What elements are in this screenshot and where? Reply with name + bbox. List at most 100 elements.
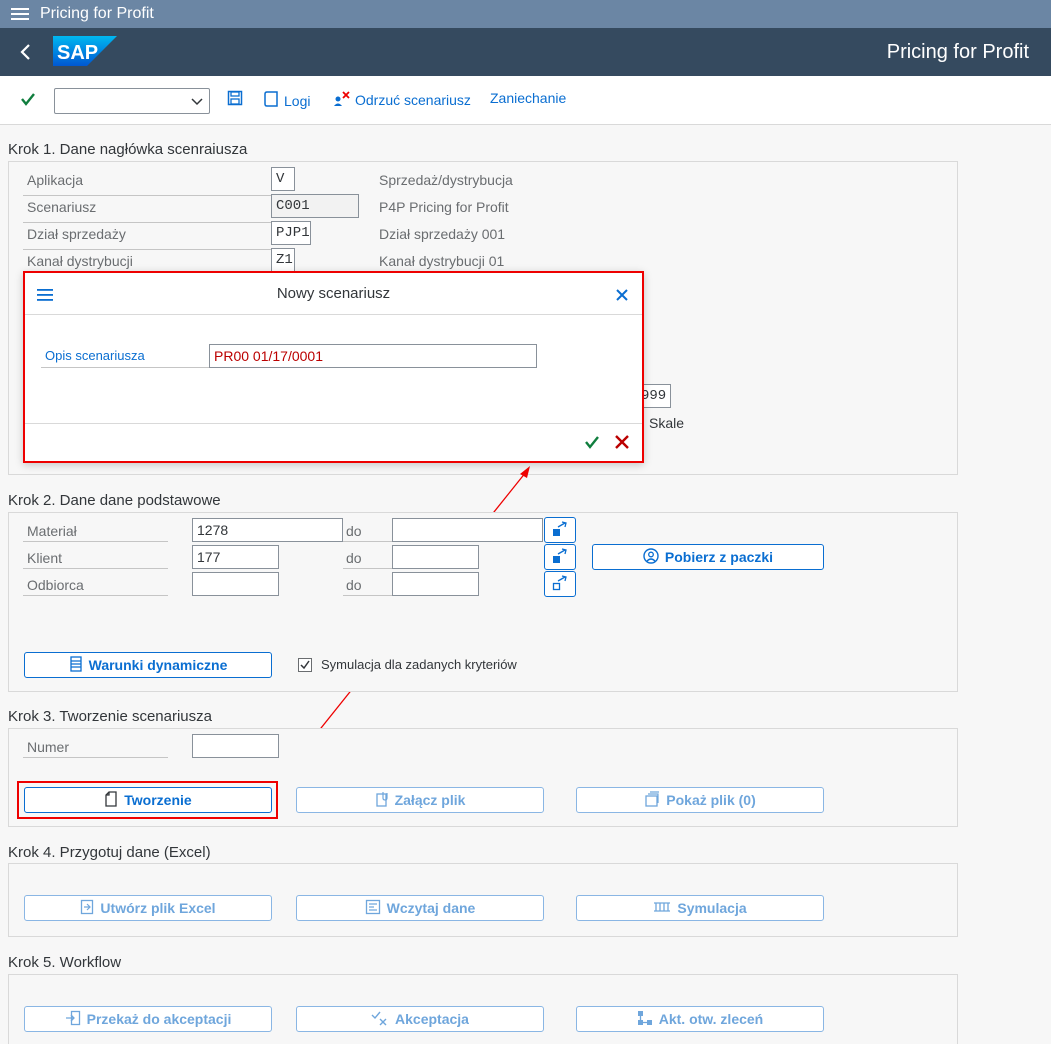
row-divider xyxy=(23,195,273,196)
chevron-down-icon[interactable] xyxy=(190,94,204,111)
window-title: Pricing for Profit xyxy=(40,5,154,22)
title-bar: Pricing for Profit xyxy=(0,0,1051,28)
step5-title: Krok 5. Workflow xyxy=(8,954,122,971)
close-icon[interactable] xyxy=(616,288,628,304)
check-cross-icon xyxy=(371,1010,389,1029)
customer-multiple-selection-button[interactable] xyxy=(544,544,576,570)
distribution-channel-label: Kanał dystrybucji xyxy=(27,253,133,269)
simulation-checkbox-label: Symulacja dla zadanych kryteriów xyxy=(321,657,517,672)
hierarchy-icon xyxy=(637,1010,653,1029)
logs-button[interactable]: Logi xyxy=(264,90,310,111)
forward-to-acceptance-button[interactable]: Przekaż do akceptacji xyxy=(24,1006,272,1032)
multiple-selection-filled-icon xyxy=(551,547,569,567)
distribution-channel-field[interactable]: Z1 xyxy=(271,248,295,272)
simulation-button[interactable]: Symulacja xyxy=(576,895,824,921)
documents-stack-icon xyxy=(644,790,660,810)
step4-panel: Utwórz plik Excel Wczytaj dane Symulacja xyxy=(8,863,958,937)
material-from-field[interactable]: 1278 xyxy=(192,518,343,542)
simulation-icon xyxy=(653,900,671,917)
show-file-label: Pokaż plik (0) xyxy=(666,792,756,808)
hamburger-menu-icon[interactable] xyxy=(0,7,40,21)
scenario-description-field[interactable]: PR00 01/17/0001 xyxy=(209,344,537,368)
recipient-to-label: do xyxy=(346,577,362,593)
row-divider xyxy=(23,541,168,542)
back-arrow-icon[interactable] xyxy=(18,40,38,64)
row-divider xyxy=(23,222,273,223)
sap-logo: SAP xyxy=(53,36,117,66)
fetch-from-package-button[interactable]: Pobierz z paczki xyxy=(592,544,824,570)
table-icon xyxy=(69,655,83,675)
logs-label: Logi xyxy=(284,92,311,109)
row-divider xyxy=(23,568,168,569)
toolbar: Logi Odrzuć scenariusz Zaniechanie xyxy=(0,76,1051,125)
application-desc: Sprzedaż/dystrybucja xyxy=(379,172,513,188)
forward-to-acceptance-label: Przekaż do akceptacji xyxy=(86,1011,232,1027)
recipient-multiple-selection-button[interactable] xyxy=(544,571,576,597)
recipient-to-field[interactable] xyxy=(392,572,479,596)
row-divider xyxy=(343,541,393,542)
scenario-field[interactable]: C001 xyxy=(271,194,359,218)
row-divider xyxy=(41,367,211,368)
customer-to-field[interactable] xyxy=(392,545,479,569)
update-open-orders-label: Akt. otw. zleceń xyxy=(658,1011,764,1027)
acceptance-button[interactable]: Akceptacja xyxy=(296,1006,544,1032)
log-icon xyxy=(264,90,280,111)
new-scenario-dialog: Nowy scenariusz Opis scenariusza PR00 01… xyxy=(23,271,644,463)
simulation-checkbox[interactable] xyxy=(298,658,312,672)
step1-title: Krok 1. Dane nagłówka scenraiusza xyxy=(8,141,248,158)
scenario-desc: P4P Pricing for Profit xyxy=(379,199,509,215)
material-multiple-selection-button[interactable] xyxy=(544,517,576,543)
multiple-selection-filled-icon xyxy=(551,520,569,540)
dialog-footer xyxy=(25,423,642,461)
customer-from-field[interactable]: 177 xyxy=(192,545,279,569)
material-to-label: do xyxy=(346,523,362,539)
load-data-button[interactable]: Wczytaj dane xyxy=(296,895,544,921)
scales-label: Skale xyxy=(649,415,685,431)
attach-file-button[interactable]: Załącz plik xyxy=(296,787,544,813)
distribution-channel-desc: Kanał dystrybucji 01 xyxy=(379,253,505,269)
sales-org-label: Dział sprzedaży xyxy=(27,226,126,242)
fetch-from-package-label: Pobierz z paczki xyxy=(664,549,774,565)
reject-scenario-button[interactable]: Odrzuć scenariusz xyxy=(333,90,471,109)
app-title: Pricing for Profit xyxy=(886,41,1029,63)
number-field[interactable] xyxy=(192,734,279,758)
sales-org-field[interactable]: PJP1 xyxy=(271,221,311,245)
update-open-orders-button[interactable]: Akt. otw. zleceń xyxy=(576,1006,824,1032)
data-import-icon xyxy=(365,899,381,918)
recipient-from-field[interactable] xyxy=(192,572,279,596)
step2-panel: Materiał 1278 do Klient 177 do Pobierz z… xyxy=(8,512,958,692)
dialog-title: Nowy scenariusz xyxy=(276,285,391,302)
create-excel-label: Utwórz plik Excel xyxy=(100,900,216,916)
dialog-confirm-icon[interactable] xyxy=(584,434,600,453)
shell-bar: SAP Pricing for Profit xyxy=(0,28,1051,76)
recipient-label: Odbiorca xyxy=(27,577,84,593)
cancel-button[interactable]: Zaniechanie xyxy=(490,90,566,106)
row-divider xyxy=(343,568,393,569)
acceptance-label: Akceptacja xyxy=(395,1011,469,1027)
dynamic-conditions-button[interactable]: Warunki dynamiczne xyxy=(24,652,272,678)
command-combo[interactable] xyxy=(54,88,210,114)
sap-logo-text: SAP xyxy=(57,42,98,64)
attach-document-icon xyxy=(375,791,389,810)
show-file-button[interactable]: Pokaż plik (0) xyxy=(576,787,824,813)
create-excel-button[interactable]: Utwórz plik Excel xyxy=(24,895,272,921)
checkmark-icon xyxy=(300,657,310,673)
number-label: Numer xyxy=(27,739,70,755)
step5-panel: Przekaż do akceptacji Akceptacja Akt. ot… xyxy=(8,974,958,1044)
scenario-label: Scenariusz xyxy=(27,199,97,215)
dynamic-conditions-label: Warunki dynamiczne xyxy=(88,657,228,673)
material-label: Materiał xyxy=(27,523,77,539)
step2-title: Krok 2. Dane dane podstawowe xyxy=(8,492,221,509)
application-label: Aplikacja xyxy=(27,172,84,188)
row-divider xyxy=(23,595,168,596)
step4-title: Krok 4. Przygotuj dane (Excel) xyxy=(8,844,211,861)
scenario-description-label: Opis scenariusza xyxy=(45,348,145,363)
confirm-check-icon[interactable] xyxy=(20,91,36,110)
material-to-field[interactable] xyxy=(392,518,543,542)
dialog-cancel-icon[interactable] xyxy=(614,434,630,453)
attach-file-label: Załącz plik xyxy=(394,792,466,808)
simulation-label: Symulacja xyxy=(677,900,747,916)
save-icon[interactable] xyxy=(227,90,243,106)
create-highlight-box xyxy=(17,781,278,819)
application-field[interactable]: V xyxy=(271,167,295,191)
